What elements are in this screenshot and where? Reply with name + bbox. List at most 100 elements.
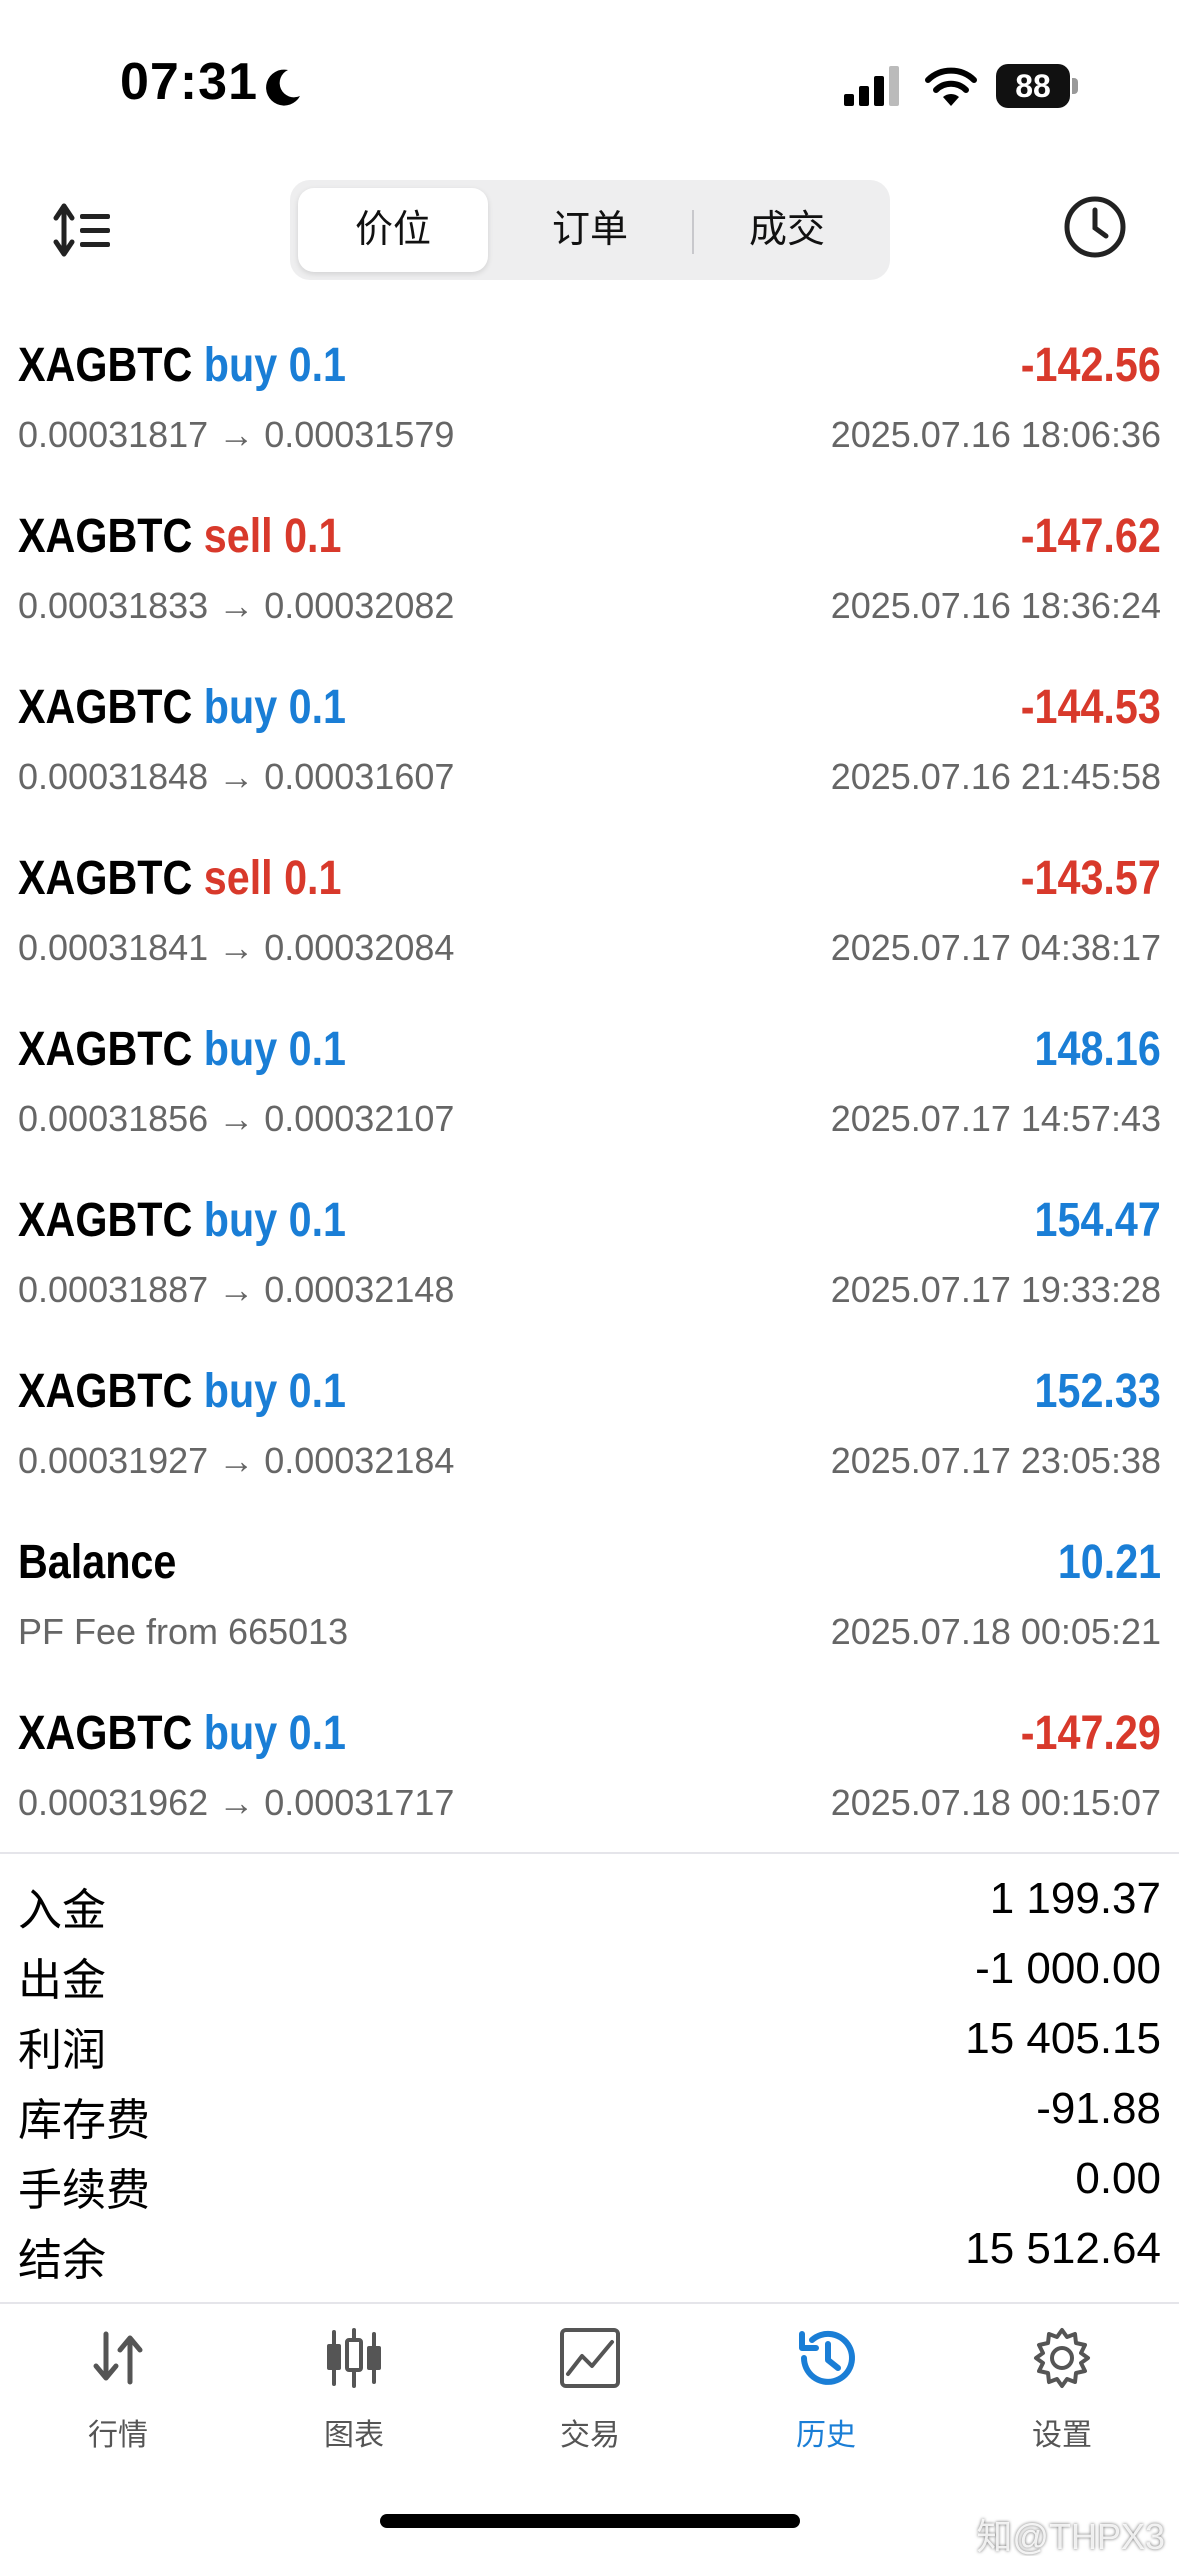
trade-chart-icon xyxy=(560,2328,620,2388)
deal-side: sell 0.1 xyxy=(203,510,342,563)
deal-row[interactable]: XAGBTC sell 0.1 -143.57 0.00031841 → 0.0… xyxy=(0,823,1179,994)
tab-label: 设置 xyxy=(1032,2419,1092,2452)
deal-profit: -142.56 xyxy=(1020,339,1161,392)
summary-value: -91.88 xyxy=(1036,2084,1161,2133)
tab-settings[interactable]: 设置 xyxy=(944,2304,1179,2484)
summary-label: 入金 xyxy=(18,1886,106,1935)
tab-price[interactable]: 价位 xyxy=(298,188,488,272)
summary-row-balance: 结余 15 512.64 xyxy=(0,2220,1179,2290)
deal-side: buy 0.1 xyxy=(203,339,347,392)
deal-time: 2025.07.16 18:06:36 xyxy=(830,414,1161,455)
deal-title: XAGBTC buy 0.1 xyxy=(18,680,346,735)
deal-row[interactable]: XAGBTC buy 0.1 152.33 0.00031927 → 0.000… xyxy=(0,1336,1179,1507)
tab-label: 行情 xyxy=(88,2419,148,2452)
tab-history[interactable]: 历史 xyxy=(708,2304,944,2484)
tab-deals[interactable]: 成交 xyxy=(692,188,882,272)
deal-side: buy 0.1 xyxy=(203,1023,347,1076)
deal-row[interactable]: XAGBTC buy 0.1 148.16 0.00031856 → 0.000… xyxy=(0,994,1179,1165)
deal-list: XAGBTC buy 0.1 -142.56 0.00031817 → 0.00… xyxy=(0,310,1179,1849)
deal-side: buy 0.1 xyxy=(203,1707,347,1760)
deal-prices: 0.00031833 → 0.00032082 xyxy=(18,585,455,626)
summary-value: 0.00 xyxy=(1075,2154,1161,2203)
deal-title: XAGBTC buy 0.1 xyxy=(18,1022,346,1077)
deal-title: XAGBTC buy 0.1 xyxy=(18,1706,346,1761)
deal-prices: 0.00031817 → 0.00031579 xyxy=(18,414,455,455)
summary-row-swap: 库存费 -91.88 xyxy=(0,2080,1179,2150)
tab-orders[interactable]: 订单 xyxy=(495,188,685,272)
deal-symbol: XAGBTC xyxy=(18,1194,193,1247)
deal-symbol: Balance xyxy=(18,1536,177,1589)
summary-label: 利润 xyxy=(18,2026,106,2075)
summary-value: 15 405.15 xyxy=(965,2014,1161,2063)
deal-row[interactable]: XAGBTC buy 0.1 -147.29 0.00031962 → 0.00… xyxy=(0,1678,1179,1849)
list-divider xyxy=(0,1852,1179,1854)
history-icon xyxy=(799,2330,855,2385)
deal-time: 2025.07.17 14:57:43 xyxy=(830,1098,1161,1139)
deal-time: 2025.07.17 23:05:38 xyxy=(830,1440,1161,1481)
deal-title: Balance xyxy=(18,1535,176,1590)
segmented-control: 价位 订单 成交 xyxy=(290,180,890,280)
deal-row[interactable]: XAGBTC buy 0.1 -142.56 0.00031817 → 0.00… xyxy=(0,310,1179,481)
watermark: 知@THPX3 xyxy=(976,2516,1165,2556)
tab-quotes[interactable]: 行情 xyxy=(0,2304,236,2484)
tab-charts[interactable]: 图表 xyxy=(236,2304,472,2484)
deal-title: XAGBTC buy 0.1 xyxy=(18,1364,346,1419)
status-bar: 07:31 88 xyxy=(0,0,1179,170)
deal-row[interactable]: XAGBTC buy 0.1 -144.53 0.00031848 → 0.00… xyxy=(0,652,1179,823)
deal-symbol: XAGBTC xyxy=(18,852,193,905)
candlestick-chart-icon xyxy=(327,2328,381,2388)
deal-side: buy 0.1 xyxy=(203,1194,347,1247)
settings-gear-icon xyxy=(1034,2328,1090,2388)
clock-icon[interactable] xyxy=(1060,192,1130,262)
summary-label: 结余 xyxy=(18,2236,106,2285)
deal-prices: 0.00031848 → 0.00031607 xyxy=(18,756,455,797)
deal-symbol: XAGBTC xyxy=(18,681,193,734)
deal-prices: 0.00031887 → 0.00032148 xyxy=(18,1269,455,1310)
deal-profit: 10.21 xyxy=(1057,1536,1161,1589)
toolbar: 价位 订单 成交 xyxy=(0,170,1179,290)
summary-row-commission: 手续费 0.00 xyxy=(0,2150,1179,2220)
deal-title: XAGBTC buy 0.1 xyxy=(18,1193,346,1248)
status-time: 07:31 xyxy=(120,53,258,111)
summary-label: 出金 xyxy=(18,1956,106,2005)
deal-profit: 148.16 xyxy=(1034,1023,1161,1076)
summary-row-withdrawal: 出金 -1 000.00 xyxy=(0,1940,1179,2010)
sort-icon[interactable] xyxy=(50,200,116,260)
deal-symbol: XAGBTC xyxy=(18,510,193,563)
tab-trade[interactable]: 交易 xyxy=(472,2304,708,2484)
summary-label: 库存费 xyxy=(18,2096,150,2145)
deal-profit: 154.47 xyxy=(1034,1194,1161,1247)
deal-symbol: XAGBTC xyxy=(18,1365,193,1418)
deal-comment: PF Fee from 665013 xyxy=(18,1611,349,1652)
deal-prices: 0.00031962 → 0.00031717 xyxy=(18,1782,455,1823)
deal-row[interactable]: XAGBTC buy 0.1 154.47 0.00031887 → 0.000… xyxy=(0,1165,1179,1336)
moon-icon xyxy=(266,69,300,106)
deal-symbol: XAGBTC xyxy=(18,1023,193,1076)
deal-time: 2025.07.16 21:45:58 xyxy=(830,756,1161,797)
summary-row-deposit: 入金 1 199.37 xyxy=(0,1870,1179,1940)
deal-time: 2025.07.17 19:33:28 xyxy=(830,1269,1161,1310)
deal-profit: -147.29 xyxy=(1020,1707,1161,1760)
deal-prices: 0.00031856 → 0.00032107 xyxy=(18,1098,455,1139)
deal-time: 2025.07.18 00:15:07 xyxy=(830,1782,1161,1823)
deal-profit: -144.53 xyxy=(1020,681,1161,734)
balance-row[interactable]: Balance 10.21 PF Fee from 665013 2025.07… xyxy=(0,1507,1179,1678)
home-indicator[interactable] xyxy=(380,2514,800,2528)
history-screen: 07:31 88 价位 订单 成交 XAGBTC buy 0.1 -142.56… xyxy=(0,0,1179,2556)
battery-cap xyxy=(1072,78,1078,94)
summary-panel: 入金 1 199.37 出金 -1 000.00 利润 15 405.15 库存… xyxy=(0,1870,1179,2290)
wifi-icon xyxy=(925,67,977,106)
deal-symbol: XAGBTC xyxy=(18,1707,193,1760)
summary-value: 15 512.64 xyxy=(965,2224,1161,2273)
deal-prices: 0.00031841 → 0.00032084 xyxy=(18,927,455,968)
summary-value: 1 199.37 xyxy=(989,1874,1161,1923)
deal-title: XAGBTC buy 0.1 xyxy=(18,338,346,393)
battery-level: 88 xyxy=(1015,68,1051,104)
summary-row-profit: 利润 15 405.15 xyxy=(0,2010,1179,2080)
deal-row[interactable]: XAGBTC sell 0.1 -147.62 0.00031833 → 0.0… xyxy=(0,481,1179,652)
summary-label: 手续费 xyxy=(18,2166,150,2215)
battery-icon: 88 xyxy=(996,64,1078,108)
deal-side: buy 0.1 xyxy=(203,1365,347,1418)
deal-profit: -143.57 xyxy=(1020,852,1161,905)
deal-time: 2025.07.16 18:36:24 xyxy=(830,585,1161,626)
